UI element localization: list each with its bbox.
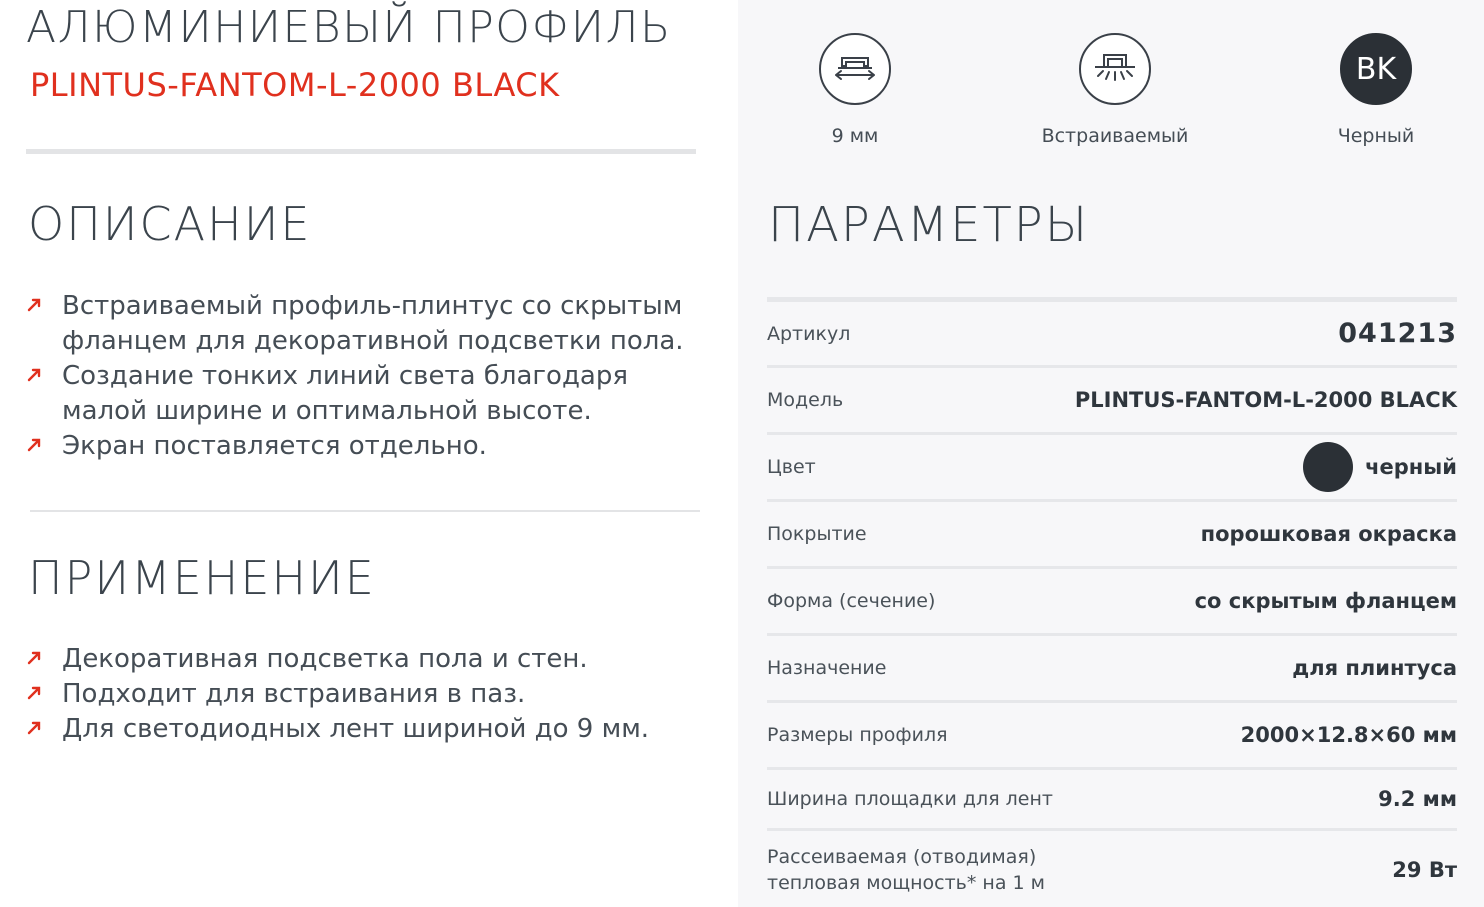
list-item-text: Декоративная подсветка пола и стен. — [62, 644, 588, 674]
param-value: порошковая окраска — [1200, 522, 1457, 546]
width-arrow-icon — [819, 33, 891, 105]
param-value: черный — [1365, 455, 1457, 479]
param-value-color: черный — [1303, 442, 1457, 492]
param-label: Артикул — [767, 322, 851, 345]
table-row: Форма (сечение) со скрытым фланцем — [767, 569, 1457, 636]
param-value: со скрытым фланцем — [1194, 589, 1457, 613]
table-row: Модель PLINTUS-FANTOM-L-2000 BLACK — [767, 368, 1457, 435]
application-list: Декоративная подсветка пола и стен. Подх… — [26, 642, 706, 747]
product-page: АЛЮМИНИЕВЫЙ ПРОФИЛЬ PLINTUS-FANTOM-L-200… — [0, 0, 1484, 907]
feature-label: 9 мм — [831, 125, 879, 147]
arrow-bullet-icon — [27, 686, 41, 700]
parameters-heading: ПАРАМЕТРЫ — [768, 197, 1090, 253]
feature-color: BK Черный — [1256, 33, 1484, 147]
param-label-line: тепловая мощность* на 1 м — [767, 872, 1045, 894]
param-label: Цвет — [767, 456, 816, 478]
recessed-light-icon — [1079, 33, 1151, 105]
param-value: для плинтуса — [1292, 656, 1457, 680]
param-label: Ширина площадки для лент — [767, 788, 1053, 810]
feature-width: 9 мм — [735, 33, 975, 147]
feature-label: Черный — [1337, 125, 1415, 147]
param-label: Назначение — [767, 657, 887, 679]
param-value: 041213 — [1338, 318, 1457, 349]
param-label: Рассеиваемая (отводимая) тепловая мощнос… — [767, 844, 1045, 896]
color-code-icon: BK — [1340, 33, 1412, 105]
param-label: Покрытие — [767, 523, 867, 545]
table-row: Ширина площадки для лент 9.2 мм — [767, 770, 1457, 831]
param-label-line: Рассеиваемая (отводимая) — [767, 846, 1037, 868]
list-item: Экран поставляется отдельно. — [26, 429, 706, 464]
feature-label: Встраиваемый — [1041, 125, 1189, 147]
param-value: 9.2 мм — [1378, 787, 1457, 811]
table-row: Цвет черный — [767, 435, 1457, 502]
arrow-bullet-icon — [27, 438, 41, 452]
table-row: Артикул 041213 — [767, 302, 1457, 368]
param-label: Форма (сечение) — [767, 590, 936, 612]
param-value: 29 Вт — [1392, 858, 1457, 882]
list-item: Создание тонких линий света благодаря ма… — [26, 359, 706, 429]
list-item: Для светодиодных лент шириной до 9 мм. — [26, 712, 706, 747]
arrow-bullet-icon — [27, 368, 41, 382]
list-item-text: Встраиваемый профиль-плинтус со скрытым … — [62, 291, 684, 356]
list-item-text: Экран поставляется отдельно. — [62, 431, 487, 461]
feature-mount: Встраиваемый — [995, 33, 1235, 147]
left-column: АЛЮМИНИЕВЫЙ ПРОФИЛЬ PLINTUS-FANTOM-L-200… — [0, 0, 738, 907]
table-row: Назначение для плинтуса — [767, 636, 1457, 703]
divider — [30, 510, 700, 512]
list-item-text: Подходит для встраивания в паз. — [62, 679, 526, 709]
table-row: Размеры профиля 2000×12.8×60 мм — [767, 703, 1457, 770]
param-label: Модель — [767, 389, 844, 411]
arrow-bullet-icon — [27, 298, 41, 312]
list-item: Подходит для встраивания в паз. — [26, 677, 706, 712]
list-item-text: Для светодиодных лент шириной до 9 мм. — [62, 714, 650, 744]
param-value: 2000×12.8×60 мм — [1240, 723, 1457, 747]
product-model: PLINTUS-FANTOM-L-2000 BLACK — [30, 66, 560, 104]
table-row: Рассеиваемая (отводимая) тепловая мощнос… — [767, 831, 1457, 907]
color-swatch — [1303, 442, 1354, 492]
table-row: Покрытие порошковая окраска — [767, 502, 1457, 569]
arrow-bullet-icon — [27, 721, 41, 735]
description-list: Встраиваемый профиль-плинтус со скрытым … — [26, 289, 706, 464]
list-item: Встраиваемый профиль-плинтус со скрытым … — [26, 289, 706, 359]
parameters-table: Артикул 041213 Модель PLINTUS-FANTOM-L-2… — [767, 297, 1457, 907]
right-column: 9 мм Встраиваемый BK Черный ПАРАМЕТРЫ Ар… — [738, 0, 1484, 907]
application-heading: ПРИМЕНЕНИЕ — [28, 551, 376, 605]
arrow-bullet-icon — [27, 651, 41, 665]
divider — [26, 149, 696, 154]
product-title: АЛЮМИНИЕВЫЙ ПРОФИЛЬ — [26, 2, 672, 53]
param-label: Размеры профиля — [767, 724, 948, 746]
list-item-text: Создание тонких линий света благодаря ма… — [62, 361, 628, 426]
list-item: Декоративная подсветка пола и стен. — [26, 642, 706, 677]
param-value: PLINTUS-FANTOM-L-2000 BLACK — [1074, 388, 1457, 412]
description-heading: ОПИСАНИЕ — [28, 197, 312, 251]
